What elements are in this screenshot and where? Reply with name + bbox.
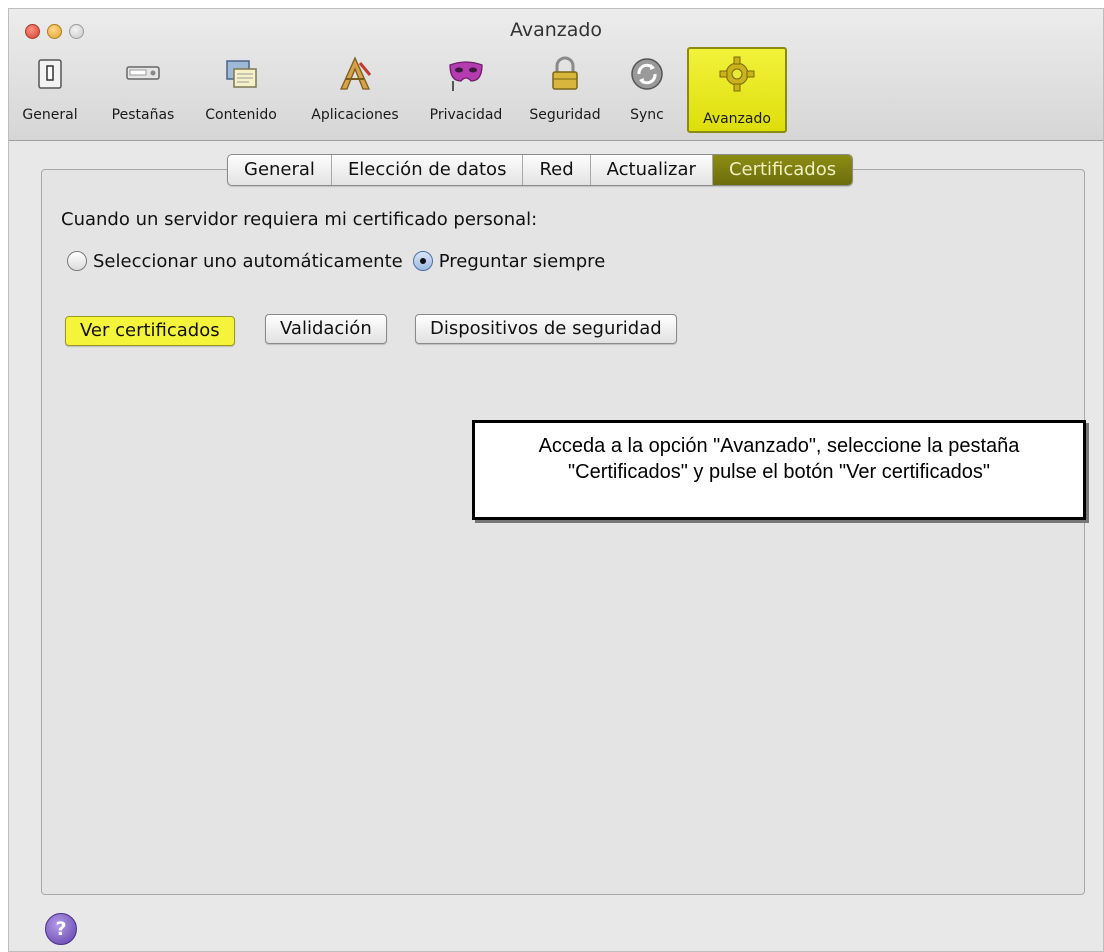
content-icon [226, 60, 257, 88]
gear-icon [719, 56, 755, 92]
toolbar-label: Pestañas [111, 107, 175, 123]
toolbar-item-general[interactable]: General [15, 49, 85, 131]
toolbar-label: Seguridad [529, 107, 601, 123]
tab-certificates[interactable]: Certificados [712, 155, 853, 185]
toolbar-item-security[interactable]: Seguridad [519, 49, 611, 131]
toolbar-label: General [22, 107, 78, 123]
radio-select-automatically[interactable] [67, 251, 87, 271]
title-bar: Avanzado General Pestañas Contenido Apli… [9, 9, 1103, 141]
tab-network[interactable]: Red [523, 155, 591, 185]
tab-bar: General Elección de datos Red Actualizar… [227, 154, 854, 186]
radio-label-ask[interactable]: Preguntar siempre [439, 251, 606, 272]
toolbar-item-privacy[interactable]: Privacidad [421, 49, 511, 131]
radio-always-ask[interactable] [412, 251, 433, 271]
tab-general[interactable]: General [228, 155, 332, 185]
toolbar-label: Sync [630, 107, 664, 123]
toolbar-item-applications[interactable]: Aplicaciones [297, 49, 413, 131]
toolbar-label: Privacidad [429, 107, 503, 123]
tabs-icon [126, 66, 160, 80]
certificates-panel [41, 169, 1085, 895]
toolbar-label: Contenido [205, 107, 277, 123]
toolbar-item-content[interactable]: Contenido [195, 49, 287, 131]
toolbar-label: Avanzado [703, 111, 771, 127]
toolbar-item-advanced[interactable]: Avanzado [687, 47, 787, 133]
view-certificates-button[interactable]: Ver certificados [65, 316, 235, 346]
instruction-callout: Acceda a la opción "Avanzado", seleccion… [472, 420, 1086, 520]
validation-button[interactable]: Validación [265, 314, 387, 344]
certificate-request-label: Cuando un servidor requiera mi certifica… [61, 209, 538, 230]
sync-icon [631, 58, 663, 90]
applications-icon [339, 56, 372, 90]
privacy-mask-icon [449, 61, 483, 91]
toolbar-item-tabs[interactable]: Pestañas [99, 49, 187, 131]
instruction-line-1: Acceda a la opción "Avanzado", seleccion… [538, 435, 1020, 457]
switch-icon [38, 59, 62, 89]
security-devices-button[interactable]: Dispositivos de seguridad [415, 314, 677, 344]
tab-data-choices[interactable]: Elección de datos [332, 155, 524, 185]
instruction-line-2: "Certificados" y pulse el botón "Ver cer… [568, 461, 990, 483]
toolbar-label: Aplicaciones [311, 107, 399, 123]
toolbar-item-sync[interactable]: Sync [619, 49, 675, 131]
radio-label-auto[interactable]: Seleccionar uno automáticamente [93, 251, 403, 272]
tab-update[interactable]: Actualizar [591, 155, 713, 185]
padlock-icon [552, 56, 578, 90]
help-button[interactable]: ? [45, 913, 77, 945]
certificate-choice-group: Seleccionar uno automáticamente Pregunta… [67, 249, 615, 273]
window-title: Avanzado [509, 19, 603, 41]
